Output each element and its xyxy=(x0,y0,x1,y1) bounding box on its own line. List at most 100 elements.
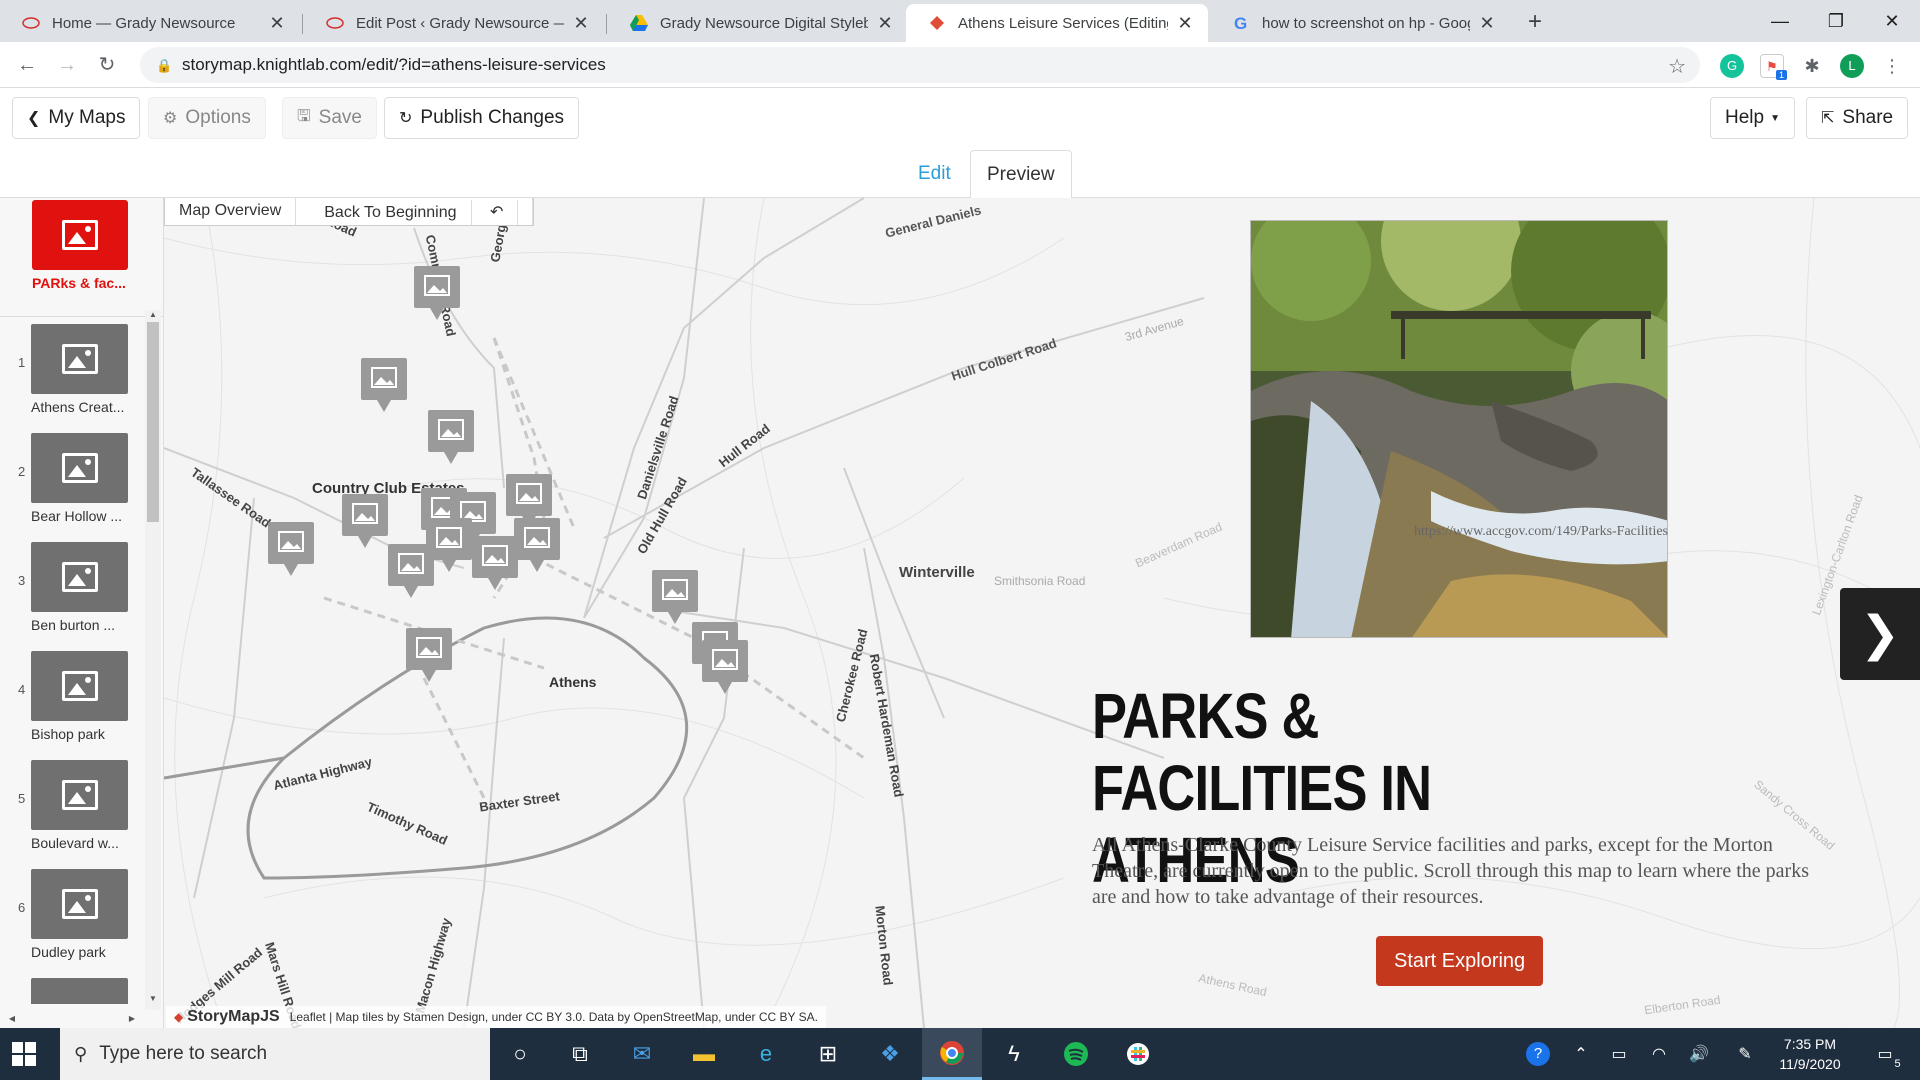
back-to-beginning-label: Back To Beginning xyxy=(310,200,472,225)
slide-item[interactable]: 6 Dudley park xyxy=(0,865,145,973)
slide-item[interactable]: 5 Boulevard w... xyxy=(0,756,145,864)
wifi-icon[interactable]: ◠ xyxy=(1644,1028,1674,1080)
back-to-beginning-button[interactable]: Back To Beginning ↶ xyxy=(296,198,534,225)
edge-icon[interactable]: e xyxy=(736,1028,796,1080)
taskbar-search[interactable]: ⚲ Type here to search xyxy=(60,1028,490,1080)
attribution-text[interactable]: Leaflet | Map tiles by Stamen Design, un… xyxy=(290,1010,818,1024)
close-icon[interactable]: ✕ xyxy=(572,13,590,34)
options-button[interactable]: ⚙ Options xyxy=(148,97,266,139)
slack-icon[interactable] xyxy=(1108,1028,1168,1080)
scroll-right-icon[interactable]: ▶ xyxy=(124,1014,140,1026)
back-arrow-icon[interactable]: ← xyxy=(12,50,42,80)
share-label: Share xyxy=(1842,107,1894,128)
cortana-icon[interactable]: ○ xyxy=(490,1028,550,1080)
url-text: storymap.knightlab.com/edit/?id=athens-l… xyxy=(182,55,606,74)
slide-thumbnail xyxy=(31,869,128,939)
divider xyxy=(0,316,164,317)
scroll-left-icon[interactable]: ◀ xyxy=(4,1014,20,1026)
image-credit[interactable]: https://www.accgov.com/149/Parks-Facilit… xyxy=(1250,524,1668,540)
storymap-brand: StoryMapJS xyxy=(187,1008,280,1025)
spotify-icon[interactable] xyxy=(1046,1028,1106,1080)
browser-tab[interactable]: Home — Grady Newsource ✕ xyxy=(0,4,300,42)
task-view-icon[interactable]: ⧉ xyxy=(550,1028,610,1080)
grammarly-icon[interactable]: G xyxy=(1720,54,1744,78)
tab-preview[interactable]: Preview xyxy=(970,150,1072,199)
bookmark-star-icon[interactable]: ☆ xyxy=(1668,54,1686,79)
tab-edit[interactable]: Edit xyxy=(902,150,967,198)
edit-preview-tabs: Edit Preview xyxy=(0,150,1920,199)
image-icon xyxy=(61,453,98,483)
windows-start-icon[interactable] xyxy=(12,1042,36,1066)
profile-avatar[interactable]: L xyxy=(1840,54,1864,78)
file-explorer-icon[interactable]: ▬ xyxy=(674,1028,734,1080)
cover-slide-label: PARks & fac... xyxy=(32,275,126,291)
slide-item[interactable] xyxy=(0,974,145,1004)
slide-label: Ben burton ... xyxy=(31,617,116,633)
scrollbar-thumb[interactable] xyxy=(147,322,159,522)
start-exploring-button[interactable]: Start Exploring xyxy=(1376,936,1544,986)
puzzle-icon[interactable]: ✱ xyxy=(1800,54,1824,78)
slide-item[interactable]: 3 Ben burton ... xyxy=(0,538,145,646)
browser-tab[interactable]: Grady Newsource Digital Stylebo ✕ xyxy=(608,4,908,42)
my-maps-label: My Maps xyxy=(48,107,126,128)
forward-arrow-icon[interactable]: → xyxy=(52,50,82,80)
storymap-header: ❮ My Maps ⚙ Options 🖫 Save ↻ Publish Cha… xyxy=(0,88,1920,150)
share-button[interactable]: ⇱ Share xyxy=(1806,97,1909,139)
slide-number: 5 xyxy=(18,791,26,806)
mail-icon[interactable]: ✉ xyxy=(612,1028,672,1080)
slide-thumbnail xyxy=(31,542,128,612)
close-icon[interactable]: ✕ xyxy=(268,13,286,34)
share-icon: ⇱ xyxy=(1821,110,1835,127)
my-maps-button[interactable]: ❮ My Maps xyxy=(12,97,141,139)
clock-time: 7:35 PM xyxy=(1783,1036,1837,1052)
dropbox-icon[interactable]: ❖ xyxy=(860,1028,920,1080)
slide-number: 6 xyxy=(18,900,26,915)
publish-changes-button[interactable]: ↻ Publish Changes xyxy=(384,97,580,139)
store-icon[interactable]: ⊞ xyxy=(798,1028,858,1080)
new-tab-button[interactable]: + xyxy=(1521,8,1549,36)
chrome-icon[interactable] xyxy=(922,1028,982,1080)
map-overview-button[interactable]: Map Overview xyxy=(165,198,297,225)
pen-icon[interactable]: ✎ xyxy=(1730,1028,1760,1080)
slide-description: All Athens-Clarke County Leisure Service… xyxy=(1092,834,1809,908)
close-icon[interactable]: ✕ xyxy=(1478,13,1496,34)
browser-tab[interactable]: Edit Post ‹ Grady Newsource — W ✕ xyxy=(304,4,604,42)
help-button[interactable]: Help ▼ xyxy=(1710,97,1795,139)
minimize-button[interactable]: — xyxy=(1752,0,1808,42)
window-close-button[interactable]: ✕ xyxy=(1864,0,1920,42)
hero-image xyxy=(1250,220,1668,638)
slide-item[interactable]: 1 Athens Creat... xyxy=(0,320,145,428)
cover-slide-thumbnail[interactable] xyxy=(32,200,128,270)
notification-center-icon[interactable]: ▭ 5 xyxy=(1860,1028,1910,1080)
save-button[interactable]: 🖫 Save xyxy=(282,97,377,139)
refresh-icon: ↻ xyxy=(399,110,413,127)
tab-divider xyxy=(606,14,607,34)
close-icon[interactable]: ✕ xyxy=(1176,13,1194,34)
floppy-icon: 🖫 xyxy=(297,107,311,125)
scroll-up-icon[interactable]: ▲ xyxy=(145,310,161,322)
volume-icon[interactable]: 🔊 xyxy=(1684,1028,1714,1080)
slide-item[interactable]: 2 Bear Hollow ... xyxy=(0,429,145,537)
browser-tab[interactable]: G how to screenshot on hp - Googl ✕ xyxy=(1210,4,1510,42)
battery-icon[interactable]: ▭ xyxy=(1604,1028,1634,1080)
browser-tabstrip: Home — Grady Newsource ✕ Edit Post ‹ Gra… xyxy=(0,0,1920,42)
address-bar[interactable]: 🔒 storymap.knightlab.com/edit/?id=athens… xyxy=(140,47,1700,83)
tab-divider xyxy=(302,14,303,34)
slide-thumbnail xyxy=(31,324,128,394)
chevron-up-icon[interactable]: ⌃ xyxy=(1566,1028,1596,1080)
system-clock[interactable]: 7:35 PM 11/9/2020 xyxy=(1770,1034,1850,1074)
close-icon[interactable]: ✕ xyxy=(876,13,894,34)
reload-icon[interactable]: ↻ xyxy=(92,50,122,80)
map-controls: Map Overview Back To Beginning ↶ xyxy=(164,198,535,226)
map-attribution: ◆ StoryMapJS Leaflet | Map tiles by Stam… xyxy=(166,1006,826,1028)
browser-tab-active[interactable]: Athens Leisure Services (Editing) ✕ xyxy=(906,4,1208,42)
maximize-button[interactable]: ❐ xyxy=(1808,0,1864,42)
lightning-icon[interactable]: ϟ xyxy=(984,1028,1044,1080)
next-slide-button[interactable]: ❯ xyxy=(1840,588,1920,680)
slide-label: Bishop park xyxy=(31,726,105,742)
caret-down-icon: ▼ xyxy=(1770,112,1780,124)
scroll-down-icon[interactable]: ▼ xyxy=(145,994,161,1006)
slide-item[interactable]: 4 Bishop park xyxy=(0,647,145,755)
menu-dots-icon[interactable]: ⋮ xyxy=(1880,54,1904,78)
help-icon[interactable]: ? xyxy=(1522,1028,1554,1080)
